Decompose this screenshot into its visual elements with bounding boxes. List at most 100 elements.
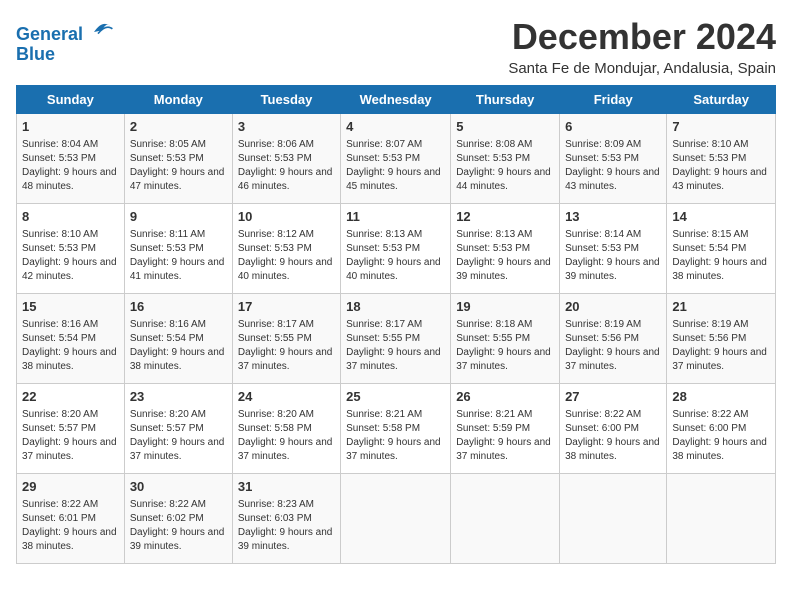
day-number: 4 [346, 118, 445, 136]
calendar-week-row: 22 Sunrise: 8:20 AM Sunset: 5:57 PM Dayligh… [17, 384, 776, 474]
sunrise-text: Sunrise: 8:22 AM [130, 499, 206, 510]
col-thursday: Thursday [451, 86, 560, 114]
sunrise-text: Sunrise: 8:13 AM [456, 229, 532, 240]
daylight-text: Daylight: 9 hours and 39 minutes. [456, 257, 551, 282]
sunrise-text: Sunrise: 8:20 AM [130, 409, 206, 420]
table-row: 11Sunrise: 8:13 AMSunset: 5:53 PMDayligh… [341, 204, 451, 294]
table-row: 24 Sunrise: 8:20 AM Sunset: 5:58 PM Dayligh… [232, 384, 340, 474]
sunset-text: Sunset: 5:53 PM [346, 153, 420, 164]
col-tuesday: Tuesday [232, 86, 340, 114]
table-row: 23Sunrise: 8:20 AMSunset: 5:57 PMDayligh… [124, 384, 232, 474]
day-number: 8 [22, 208, 119, 226]
day-number: 6 [565, 118, 661, 136]
daylight-text: Daylight: 9 hours and 38 minutes. [22, 527, 117, 552]
table-row: 7Sunrise: 8:10 AMSunset: 5:53 PMDaylight… [667, 114, 776, 204]
sunset-text: Sunset: 5:57 PM [22, 423, 96, 434]
sunrise-text: Sunrise: 8:10 AM [22, 229, 98, 240]
location-title: Santa Fe de Mondujar, Andalusia, Spain [508, 60, 776, 77]
daylight-text: Daylight: 9 hours and 45 minutes. [346, 167, 441, 192]
sunset-text: Sunset: 6:03 PM [238, 513, 312, 524]
day-number: 16 [130, 298, 227, 316]
daylight-text: Daylight: 9 hours and 37 minutes. [346, 437, 441, 462]
sunrise-text: Sunrise: 8:11 AM [130, 229, 205, 240]
table-row: 31Sunrise: 8:23 AMSunset: 6:03 PMDayligh… [232, 474, 340, 564]
table-row: 28 Sunrise: 8:22 AM Sunset: 6:00 PM Dayligh… [667, 384, 776, 474]
sunset-text: Sunset: 5:53 PM [565, 153, 639, 164]
table-row: 3Sunrise: 8:06 AMSunset: 5:53 PMDaylight… [232, 114, 340, 204]
daylight-text: Daylight: 9 hours and 39 minutes. [238, 527, 333, 552]
sunset-text: Sunset: 5:54 PM [130, 333, 204, 344]
col-monday: Monday [124, 86, 232, 114]
day-number: 26 [456, 388, 554, 406]
sunrise-text: Sunrise: 8:19 AM [565, 319, 641, 330]
table-row: 10Sunrise: 8:12 AMSunset: 5:53 PMDayligh… [232, 204, 340, 294]
table-row: 13Sunrise: 8:14 AMSunset: 5:53 PMDayligh… [560, 204, 667, 294]
sunrise-text: Sunrise: 8:04 AM [22, 139, 98, 150]
day-number: 22 [22, 388, 119, 406]
day-number: 24 [238, 388, 335, 406]
day-number: 13 [565, 208, 661, 226]
logo: General Blue [16, 16, 114, 65]
calendar-header-row: Sunday Monday Tuesday Wednesday Thursday… [17, 86, 776, 114]
table-row: 20Sunrise: 8:19 AMSunset: 5:56 PMDayligh… [560, 294, 667, 384]
month-title: December 2024 [508, 16, 776, 58]
sunrise-text: Sunrise: 8:21 AM [456, 409, 532, 420]
sunrise-text: Sunrise: 8:20 AM [238, 409, 314, 420]
sunrise-text: Sunrise: 8:23 AM [238, 499, 314, 510]
col-saturday: Saturday [667, 86, 776, 114]
logo-blue-text: Blue [16, 45, 114, 65]
sunset-text: Sunset: 5:53 PM [22, 153, 96, 164]
col-wednesday: Wednesday [341, 86, 451, 114]
table-row: 19Sunrise: 8:18 AMSunset: 5:55 PMDayligh… [451, 294, 560, 384]
table-row [560, 474, 667, 564]
table-row: 30 Sunrise: 8:22 AM Sunset: 6:02 PM Dayligh… [124, 474, 232, 564]
daylight-text: Daylight: 9 hours and 39 minutes. [565, 257, 660, 282]
day-number: 29 [22, 478, 119, 496]
daylight-text: Daylight: 9 hours and 41 minutes. [130, 257, 225, 282]
day-number: 30 [130, 478, 227, 496]
day-number: 11 [346, 208, 445, 226]
table-row: 1Sunrise: 8:04 AMSunset: 5:53 PMDaylight… [17, 114, 125, 204]
table-row: 9Sunrise: 8:11 AMSunset: 5:53 PMDaylight… [124, 204, 232, 294]
sunset-text: Sunset: 5:53 PM [672, 153, 746, 164]
daylight-text: Daylight: 9 hours and 38 minutes. [672, 437, 767, 462]
day-number: 28 [672, 388, 770, 406]
table-row: 14Sunrise: 8:15 AMSunset: 5:54 PMDayligh… [667, 204, 776, 294]
daylight-text: Daylight: 9 hours and 42 minutes. [22, 257, 117, 282]
day-number: 14 [672, 208, 770, 226]
page-header: General Blue December 2024 Santa Fe de M… [16, 16, 776, 77]
day-number: 18 [346, 298, 445, 316]
table-row: 26Sunrise: 8:21 AMSunset: 5:59 PMDayligh… [451, 384, 560, 474]
col-sunday: Sunday [17, 86, 125, 114]
daylight-text: Daylight: 9 hours and 37 minutes. [456, 347, 551, 372]
table-row: 27Sunrise: 8:22 AMSunset: 6:00 PMDayligh… [560, 384, 667, 474]
sunset-text: Sunset: 6:00 PM [565, 423, 639, 434]
sunset-text: Sunset: 5:53 PM [565, 243, 639, 254]
sunrise-text: Sunrise: 8:13 AM [346, 229, 422, 240]
sunset-text: Sunset: 5:53 PM [238, 153, 312, 164]
daylight-text: Daylight: 9 hours and 37 minutes. [238, 437, 333, 462]
sunrise-text: Sunrise: 8:22 AM [672, 409, 748, 420]
daylight-text: Daylight: 9 hours and 38 minutes. [565, 437, 660, 462]
sunrise-text: Sunrise: 8:18 AM [456, 319, 532, 330]
sunrise-text: Sunrise: 8:05 AM [130, 139, 206, 150]
day-number: 1 [22, 118, 119, 136]
table-row: 2Sunrise: 8:05 AMSunset: 5:53 PMDaylight… [124, 114, 232, 204]
daylight-text: Daylight: 9 hours and 44 minutes. [456, 167, 551, 192]
sunset-text: Sunset: 5:53 PM [238, 243, 312, 254]
daylight-text: Daylight: 9 hours and 39 minutes. [130, 527, 225, 552]
daylight-text: Daylight: 9 hours and 43 minutes. [672, 167, 767, 192]
day-number: 7 [672, 118, 770, 136]
sunset-text: Sunset: 5:58 PM [238, 423, 312, 434]
sunset-text: Sunset: 6:02 PM [130, 513, 204, 524]
sunrise-text: Sunrise: 8:22 AM [565, 409, 641, 420]
sunset-text: Sunset: 5:53 PM [346, 243, 420, 254]
sunset-text: Sunset: 6:00 PM [672, 423, 746, 434]
table-row: 22Sunrise: 8:20 AMSunset: 5:57 PMDayligh… [17, 384, 125, 474]
day-number: 25 [346, 388, 445, 406]
sunrise-text: Sunrise: 8:16 AM [22, 319, 98, 330]
sunset-text: Sunset: 5:53 PM [130, 243, 204, 254]
table-row: 12Sunrise: 8:13 AMSunset: 5:53 PMDayligh… [451, 204, 560, 294]
day-number: 2 [130, 118, 227, 136]
sunrise-text: Sunrise: 8:20 AM [22, 409, 98, 420]
